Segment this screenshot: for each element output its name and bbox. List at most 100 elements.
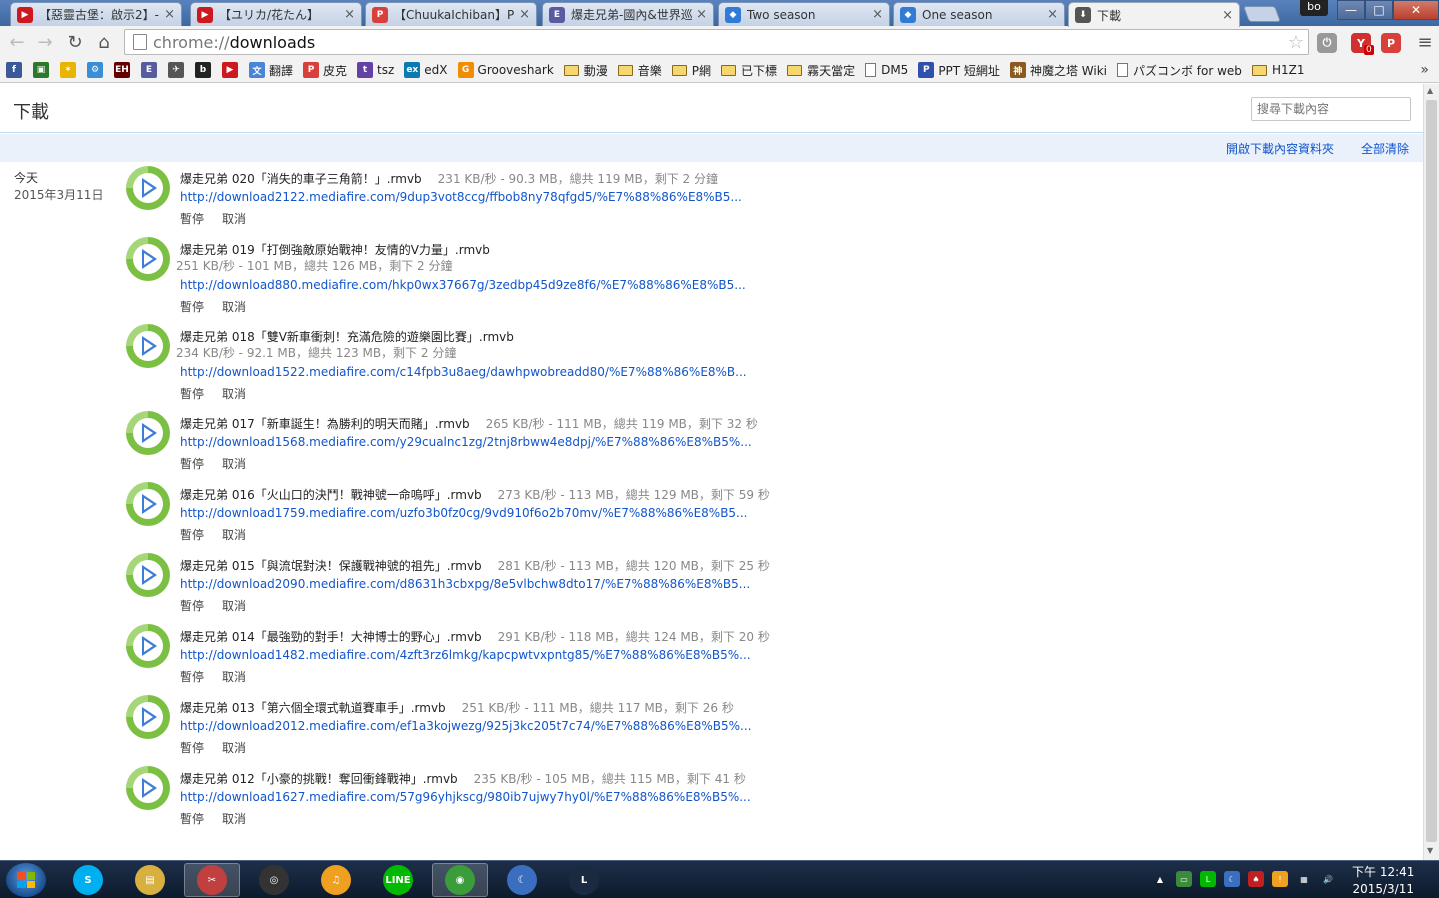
taskbar-app-1[interactable]: S (60, 863, 116, 897)
bookmark-15[interactable]: 動漫 (563, 62, 608, 79)
download-filename[interactable]: 爆走兄弟 015「與流氓對決！保護戰神號的祖先」.rmvb 281 KB/秒 - … (180, 557, 770, 574)
scrollbar[interactable]: ▲ ▼ (1423, 84, 1439, 860)
cancel-button[interactable]: 取消 (222, 300, 246, 314)
pause-button[interactable]: 暫停 (180, 300, 204, 314)
show-hidden-icon[interactable]: ▲ (1152, 871, 1168, 887)
home-icon[interactable]: ⌂ (93, 32, 115, 53)
bookmark-13[interactable]: ex edX (404, 62, 448, 78)
bookmark-8[interactable]: b (195, 62, 215, 78)
bookmark-24[interactable]: H1Z1 (1251, 63, 1304, 77)
download-url-link[interactable]: http://download880.mediafire.com/hkp0wx3… (180, 278, 746, 292)
bookmark-2[interactable]: ▣ (33, 62, 53, 78)
taskbar-app-3[interactable]: ✂ (184, 863, 240, 897)
pocket-icon[interactable]: P (1381, 33, 1401, 53)
tab-3[interactable]: P 【ChuukaIchiban】Pi × (365, 2, 537, 26)
download-filename[interactable]: 爆走兄弟 013「第六個全環式軌道賽車手」.rmvb 251 KB/秒 - 111… (180, 699, 734, 716)
bookmark-4[interactable]: ⚙ (87, 62, 107, 78)
download-url-link[interactable]: http://download2122.mediafire.com/9dup3v… (180, 190, 742, 204)
video-file-icon[interactable] (126, 695, 170, 739)
new-tab-button[interactable] (1243, 6, 1281, 22)
taskbar-app-8[interactable]: ☾ (494, 863, 550, 897)
start-button[interactable] (6, 863, 46, 897)
orange-tray-icon[interactable]: ! (1272, 871, 1288, 887)
bookmark-22[interactable]: 神神魔之塔 Wiki (1009, 62, 1107, 79)
forward-arrow-icon[interactable]: → (34, 32, 56, 53)
taskbar-app-5[interactable]: ♫ (308, 863, 364, 897)
maximize-button[interactable]: □ (1365, 0, 1393, 20)
video-file-icon[interactable] (126, 166, 170, 210)
battery-icon[interactable]: ▭ (1176, 871, 1192, 887)
tab-close-icon[interactable]: × (1222, 8, 1233, 23)
download-url-link[interactable]: http://download1568.mediafire.com/y29cua… (180, 435, 752, 449)
scrollbar-thumb[interactable] (1426, 100, 1437, 842)
bookmark-23[interactable]: パズコンボ for web (1116, 62, 1242, 79)
pause-button[interactable]: 暫停 (180, 670, 204, 684)
bookmark-19[interactable]: 霧天當定 (787, 62, 855, 79)
bookmark-1[interactable]: f (6, 62, 26, 78)
tab-close-icon[interactable]: × (1047, 7, 1058, 22)
bookmark-11[interactable]: P 皮克 (303, 62, 347, 79)
bookmark-18[interactable]: 已下標 (721, 62, 777, 79)
tab-close-icon[interactable]: × (344, 7, 355, 22)
clock[interactable]: 下午 12:41 2015/3/11 (1352, 864, 1414, 898)
tab-5[interactable]: ◆ Two season × (718, 2, 890, 26)
bookmark-12[interactable]: t tsz (357, 62, 394, 78)
download-filename[interactable]: 爆走兄弟 020「消失的車子三角箭！」.rmvb 231 KB/秒 - 90.3 … (180, 170, 718, 187)
pause-button[interactable]: 暫停 (180, 741, 204, 755)
tab-1[interactable]: ▶ 【惡靈古堡：啟示2】- × (10, 2, 182, 26)
bookmark-9[interactable]: ▶ (222, 62, 242, 78)
download-filename[interactable]: 爆走兄弟 014「最強勁的對手！大神博士的野心」.rmvb 291 KB/秒 - … (180, 628, 770, 645)
download-url-link[interactable]: http://download1759.mediafire.com/uzfo3b… (180, 506, 748, 520)
minimize-button[interactable]: — (1337, 0, 1365, 20)
download-url-link[interactable]: http://download1522.mediafire.com/c14fpb… (180, 365, 747, 379)
video-file-icon[interactable] (126, 553, 170, 597)
download-filename[interactable]: 爆走兄弟 018「雙V新車衝刺！充滿危險的遊樂園比賽」.rmvb (180, 328, 514, 345)
bookmark-star-icon[interactable]: ☆ (1288, 32, 1304, 53)
video-file-icon[interactable] (126, 411, 170, 455)
bookmark-14[interactable]: G Grooveshark (457, 62, 554, 78)
chrome-menu-icon[interactable]: ≡ (1414, 32, 1436, 53)
download-url-link[interactable]: http://download2090.mediafire.com/d8631h… (180, 577, 750, 591)
tab-close-icon[interactable]: × (164, 7, 175, 22)
taskbar-app-7[interactable]: ◉ (432, 863, 488, 897)
network-icon[interactable]: ▦ (1296, 871, 1312, 887)
video-file-icon[interactable] (126, 482, 170, 526)
clear-all-link[interactable]: 全部清除 (1361, 140, 1409, 157)
tab-close-icon[interactable]: × (872, 7, 883, 22)
pause-button[interactable]: 暫停 (180, 599, 204, 613)
download-filename[interactable]: 爆走兄弟 016「火山口的決鬥！戰神號一命嗚呼」.rmvb 273 KB/秒 - … (180, 486, 770, 503)
back-arrow-icon[interactable]: ← (6, 32, 28, 53)
download-filename[interactable]: 爆走兄弟 019「打倒強敵原始戰神！友情的V力量」.rmvb (180, 241, 490, 258)
moon-tray-icon[interactable]: ☾ (1224, 871, 1240, 887)
pause-button[interactable]: 暫停 (180, 457, 204, 471)
taskbar-app-6[interactable]: LINE (370, 863, 426, 897)
pause-button[interactable]: 暫停 (180, 812, 204, 826)
reload-icon[interactable]: ↻ (64, 32, 86, 53)
search-downloads-input[interactable] (1251, 97, 1411, 121)
download-url-link[interactable]: http://download1482.mediafire.com/4zft3r… (180, 648, 751, 662)
bookmark-3[interactable]: ✶ (60, 62, 80, 78)
bookmarks-overflow-icon[interactable]: » (1420, 62, 1429, 78)
cancel-button[interactable]: 取消 (222, 457, 246, 471)
bookmark-20[interactable]: DM5 (865, 63, 908, 77)
profile-badge[interactable]: bo (1300, 0, 1328, 16)
cancel-button[interactable]: 取消 (222, 528, 246, 542)
tab-7[interactable]: ⬇ 下載 × (1068, 2, 1240, 27)
scroll-down-icon[interactable]: ▼ (1427, 846, 1433, 855)
download-filename[interactable]: 爆走兄弟 012「小豪的挑戰！奪回衝鋒戰神」.rmvb 235 KB/秒 - 10… (180, 770, 746, 787)
pause-button[interactable]: 暫停 (180, 387, 204, 401)
volume-icon[interactable]: 🔊 (1320, 871, 1336, 887)
tab-2[interactable]: ▶ 【ユリカ/花たん】 × (190, 2, 362, 26)
tab-close-icon[interactable]: × (519, 7, 530, 22)
cancel-button[interactable]: 取消 (222, 741, 246, 755)
tab-4[interactable]: E 爆走兄弟-國內&世界巡 × (542, 2, 714, 26)
cancel-button[interactable]: 取消 (222, 387, 246, 401)
scroll-up-icon[interactable]: ▲ (1427, 86, 1433, 95)
taskbar-app-4[interactable]: ◎ (246, 863, 302, 897)
download-filename[interactable]: 爆走兄弟 017「新車誕生！為勝利的明天而賭」.rmvb 265 KB/秒 - 1… (180, 415, 758, 432)
bookmark-7[interactable]: ✈ (168, 62, 188, 78)
bookmark-16[interactable]: 音樂 (617, 62, 662, 79)
download-url-link[interactable]: http://download1627.mediafire.com/57g96y… (180, 790, 751, 804)
tab-close-icon[interactable]: × (696, 7, 707, 22)
bookmark-5[interactable]: EH (114, 62, 134, 78)
